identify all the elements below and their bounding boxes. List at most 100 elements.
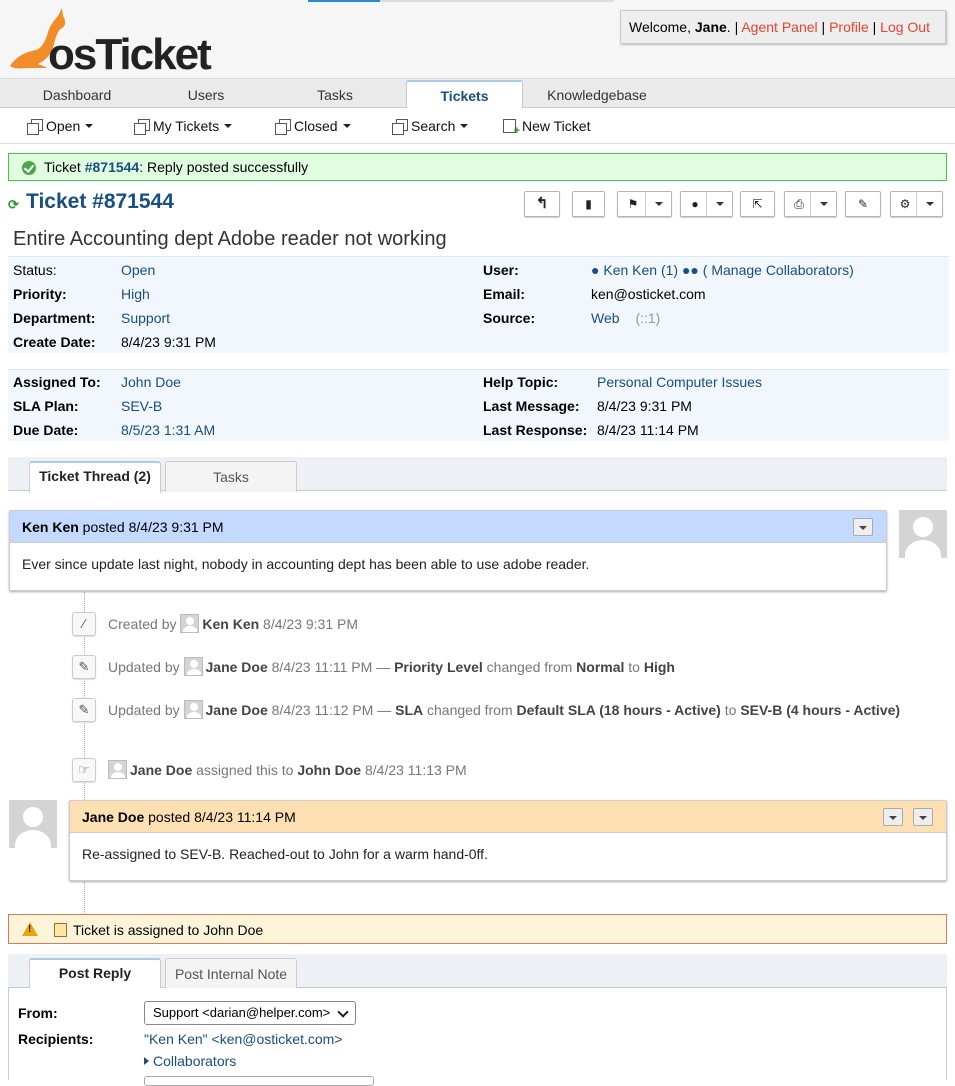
collaborators-toggle[interactable]: Collaborators [144, 1053, 236, 1069]
avatar [183, 657, 203, 676]
edit-button[interactable]: ✎ [845, 191, 881, 217]
refresh-icon[interactable]: ⟳ [8, 197, 19, 213]
users-icon: ●● [681, 262, 699, 278]
new-ticket-link[interactable]: + New Ticket [503, 118, 591, 137]
email-label: Email: [483, 286, 526, 302]
last-response-value: 8/4/23 11:14 PM [597, 422, 699, 438]
tab-post-reply[interactable]: Post Reply [29, 958, 161, 990]
loading-bar [308, 0, 380, 2]
source-value[interactable]: Web [591, 310, 620, 326]
entry-body: Ever since update last night, nobody in … [22, 556, 590, 572]
source-ip: (::1) [635, 310, 661, 326]
tab-users[interactable]: Users [138, 79, 274, 109]
user-link[interactable]: Ken Ken (1) [603, 262, 678, 278]
entry-options-button[interactable] [913, 808, 933, 826]
last-message-value: 8/4/23 9:31 PM [597, 398, 692, 414]
pencil-icon: ✎ [72, 698, 96, 722]
transfer-button[interactable]: ⇱ [740, 191, 775, 217]
thread-entry: Jane Doe posted 8/4/23 11:14 PM Re-assig… [69, 800, 947, 881]
new-ticket-icon: + [503, 119, 520, 137]
thread-event: ✎ Updated by Jane Doe 8/4/23 11:11 PM — … [72, 655, 942, 679]
assign-button[interactable]: ● [680, 191, 733, 217]
from-select[interactable]: Support <darian@helper.com> [144, 1001, 356, 1025]
priority-value[interactable]: High [121, 286, 150, 302]
entry-author: Jane Doe [82, 809, 145, 825]
caret-down-icon [810, 192, 836, 216]
entry-options-button[interactable] [853, 518, 873, 536]
closed-menu[interactable]: Closed [275, 118, 351, 135]
sla-value[interactable]: SEV-B [121, 398, 162, 414]
tickets-icon [134, 119, 150, 135]
reply-icon: ↰ [535, 195, 549, 212]
print-icon: ⎙ [794, 197, 804, 211]
open-menu[interactable]: Open [27, 118, 94, 135]
my-tickets-menu[interactable]: My Tickets [134, 118, 233, 135]
event-text: Created by Ken Ken 8/4/23 9:31 PM [108, 614, 359, 633]
new-ticket-label: New Ticket [522, 118, 591, 134]
search-label: Search [411, 118, 456, 134]
tab-tickets[interactable]: Tickets [406, 80, 523, 111]
thread-entry-header: Jane Doe posted 8/4/23 11:14 PM [70, 801, 946, 833]
agent-panel-link[interactable]: Agent Panel [741, 19, 817, 35]
entry-user-button[interactable] [883, 808, 903, 826]
create-date-value: 8/4/23 9:31 PM [121, 334, 216, 350]
open-label: Open [46, 118, 81, 134]
welcome-sep: . | [726, 19, 739, 35]
reply-tabs: Post Reply Post Internal Note [8, 954, 947, 990]
due-date-value[interactable]: 8/5/23 1:31 AM [121, 422, 215, 438]
print-button[interactable]: ⎙ [784, 191, 837, 217]
thread-event: ⁄ Created by Ken Ken 8/4/23 9:31 PM [72, 612, 942, 636]
reply-field[interactable] [144, 1076, 374, 1086]
priority-label: Priority: [13, 286, 67, 302]
source-value-group: Web (::1) [591, 310, 660, 326]
reply-button[interactable]: ↰ [524, 191, 560, 217]
event-text: Updated by Jane Doe 8/4/23 11:12 PM — SL… [108, 700, 901, 719]
header: osTicket Welcome, Jane. | Agent Panel | … [0, 0, 955, 79]
closed-label: Closed [294, 118, 338, 134]
tickets-icon [275, 119, 291, 135]
ticket-title[interactable]: Ticket #871544 [26, 190, 174, 214]
avatar [9, 800, 57, 848]
profile-link[interactable]: Profile [829, 19, 869, 35]
tab-post-internal-note[interactable]: Post Internal Note [165, 958, 297, 989]
flag-icon: ⚑ [627, 197, 639, 211]
notice-ticket-link[interactable]: #871544 [85, 159, 140, 175]
tab-dashboard[interactable]: Dashboard [8, 79, 146, 109]
note-button[interactable]: ▮ [572, 191, 605, 217]
welcome-text: Welcome, [629, 19, 695, 35]
source-label: Source: [483, 310, 536, 326]
tab-knowledgebase[interactable]: Knowledgebase [530, 79, 664, 109]
entry-posted: posted 8/4/23 11:14 PM [144, 809, 296, 825]
entry-body: Re-assigned to SEV-B. Reached-out to Joh… [82, 846, 488, 862]
assigned-label: Assigned To: [13, 374, 101, 390]
caret-down-icon [645, 192, 671, 216]
notice-message: : Reply posted successfully [139, 159, 309, 175]
gear-icon: ⚙ [899, 197, 911, 211]
pencil-icon: ✎ [72, 655, 96, 679]
sep: | [821, 19, 826, 35]
entry-author: Ken Ken [22, 519, 79, 535]
assigned-value[interactable]: John Doe [121, 374, 181, 390]
search-menu[interactable]: Search [392, 118, 469, 135]
manage-collaborators-link[interactable]: ( Manage Collaborators) [703, 262, 854, 278]
loading-bar-track [380, 0, 614, 2]
status-value[interactable]: Open [121, 262, 155, 278]
user-icon: ● [691, 197, 699, 211]
tab-tasks[interactable]: Tasks [165, 461, 297, 492]
logo[interactable]: osTicket [8, 4, 218, 79]
status-button[interactable]: ⚑ [617, 191, 672, 217]
status-label: Status: [13, 262, 57, 278]
event-text: Jane Doe assigned this to John Doe 8/4/2… [108, 760, 908, 780]
user-icon: ● [591, 262, 600, 278]
tab-ticket-thread[interactable]: Ticket Thread (2) [29, 461, 161, 493]
more-button[interactable]: ⚙ [890, 191, 943, 217]
recipients-value[interactable]: "Ken Ken" <ken@osticket.com> [144, 1031, 342, 1047]
avatar [180, 614, 200, 633]
tab-tasks[interactable]: Tasks [268, 79, 402, 109]
logout-link[interactable]: Log Out [880, 19, 930, 35]
sep: | [872, 19, 877, 35]
caret-down-icon [916, 192, 942, 216]
help-topic-value[interactable]: Personal Computer Issues [597, 374, 762, 390]
file-icon: ▮ [585, 197, 592, 211]
department-value[interactable]: Support [121, 310, 170, 326]
